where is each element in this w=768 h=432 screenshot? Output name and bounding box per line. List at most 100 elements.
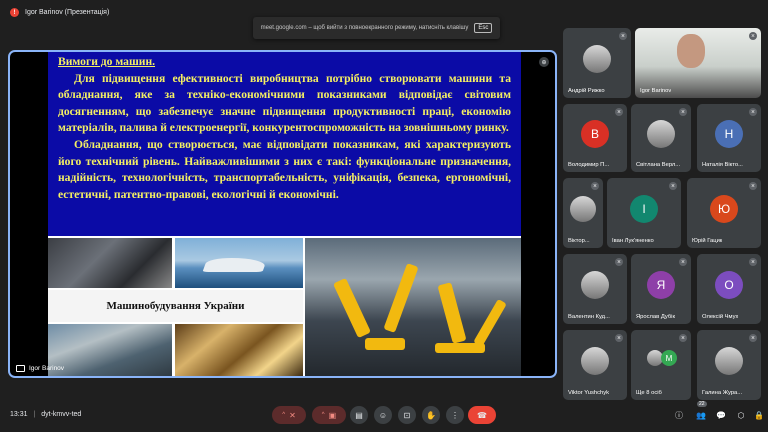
participant-name: Світлана Верл... [636,162,681,168]
participant-tile[interactable]: В ⨯ Володимир П... [563,104,627,172]
participant-tile[interactable]: M ⨯ Ще 8 осіб [631,330,691,400]
meeting-code: dyt-kmvv-ted [41,411,82,418]
people-button[interactable]: 👥 [694,408,708,422]
avatar [583,45,611,73]
participant-tile[interactable]: О ⨯ Олексій Чмух [697,254,761,324]
meeting-info: 13:31 | dyt-kmvv-ted [10,411,82,418]
ship-photo [175,238,303,288]
activities-button[interactable]: ⬡ [734,408,748,422]
participant-tile[interactable]: ⨯ Андрій Рижко [563,28,631,98]
present-icon [16,365,25,372]
stage-name-label: Igor Barinov [16,365,64,372]
stage-presenter-name: Igor Barinov [29,365,65,372]
pin-icon[interactable]: ⊕ [539,57,549,67]
participant-tile[interactable]: ⨯ Viktor Yushchyk [563,330,627,400]
people-icon: 👥 [696,410,706,420]
captions-icon: ▤ [355,410,363,420]
emoji-button[interactable]: ☺ [374,406,392,424]
slide-text-block: Вимоги до машин. Для підвищення ефективн… [48,52,521,236]
top-bar: ! Igor Barinov (Презентація) meet.google… [0,0,768,39]
participant-tile[interactable]: І ⨯ Іван Лук'яненко [607,178,681,248]
participant-name: Юрій Гацик [692,238,723,244]
mic-off-icon[interactable]: ✕ [289,411,296,420]
mic-muted-icon: ⨯ [615,334,623,342]
participant-name: Ярослав Дубік [636,314,675,320]
video-feed [677,34,705,68]
participant-tile[interactable]: ⨯ Igor Barinov [635,28,761,98]
mic-muted-icon: ⨯ [669,182,677,190]
present-button[interactable]: ⊡ [398,406,416,424]
mic-muted-icon: ⨯ [619,32,627,40]
participant-name: Валентин Куд... [568,314,610,320]
info-icon: ⓘ [675,410,683,420]
participant-name: Віктор... [568,238,590,244]
avatar: Я [647,271,675,299]
participant-tile[interactable]: ⨯ Валентин Куд... [563,254,627,324]
emoji-icon: ☺ [378,410,388,420]
avatar: Ю [710,195,738,223]
people-count-badge: 22 [697,401,707,407]
presenter-label: Igor Barinov (Презентація) [25,9,110,16]
fullscreen-banner: meet.google.com – щоб вийти з повноекран… [253,17,500,39]
more-vert-icon: ⋮ [451,410,459,420]
structure-photo [175,324,303,376]
participant-tile[interactable]: ⨯ Віктор... [563,178,603,248]
chevron-up-icon[interactable]: ^ [322,412,325,418]
hand-icon: ✋ [426,410,436,420]
clock-time: 13:31 [10,411,28,418]
mic-muted-icon: ⨯ [749,334,757,342]
avatar: О [715,271,743,299]
avatar [570,196,596,222]
participant-name: Ще 8 осіб [636,390,662,396]
participant-tile[interactable]: ⨯ Світлана Верл... [631,104,691,172]
info-button[interactable]: ⓘ [672,408,686,422]
participant-name: Іван Лук'яненко [612,238,654,244]
avatar: M [661,350,677,366]
mic-toggle-button[interactable]: ^ ✕ [272,406,306,424]
chat-icon: 💬 [716,410,726,420]
present-screen-icon: ⊡ [403,410,411,420]
slide-caption: Машинобудування України [48,290,303,322]
camera-toggle-button[interactable]: ^ ▣ [312,406,346,424]
mic-muted-icon: ⨯ [591,182,599,190]
participant-tile[interactable]: Ю ⨯ Юрій Гацик [687,178,761,248]
slide-paragraph-1: Для підвищення ефективності виробництва … [58,71,511,135]
avatar: І [630,195,658,223]
mic-muted-icon: ⨯ [749,108,757,116]
factory-photo [48,324,172,376]
banner-text: meet.google.com – щоб вийти з повноекран… [260,25,469,31]
lock-button[interactable]: 🔒 [752,408,766,422]
bottom-bar: 13:31 | dyt-kmvv-ted ^ ✕ ^ ▣ ▤ ☺ ⊡ ✋ ⋮ ☎… [0,398,768,432]
presenter-chip: ! Igor Barinov (Презентація) [10,8,109,17]
participant-name: Олексій Чмух [702,314,739,320]
participant-tile[interactable]: Я ⨯ Ярослав Дубік [631,254,691,324]
captions-button[interactable]: ▤ [350,406,368,424]
participant-name: Володимир П... [568,162,610,168]
shapes-icon: ⬡ [737,410,745,420]
more-options-button[interactable]: ⋮ [446,406,464,424]
esc-key[interactable]: Esc [474,23,493,33]
raise-hand-button[interactable]: ✋ [422,406,440,424]
camera-off-icon[interactable]: ▣ [329,411,337,420]
mic-muted-icon: ⨯ [749,258,757,266]
avatar [581,271,609,299]
presentation-stage[interactable]: Вимоги до машин. Для підвищення ефективн… [8,50,557,378]
chevron-up-icon[interactable]: ^ [282,412,285,418]
avatar: Н [715,120,743,148]
hangup-icon: ☎ [477,410,487,420]
chat-button[interactable]: 💬 [714,408,728,422]
participant-name: Viktor Yushchyk [568,390,610,396]
slide-heading: Вимоги до машин. [58,55,156,68]
robots-photo [305,238,521,376]
turbine-photo [48,238,172,288]
participant-tile[interactable]: ⨯ Галина Жура... [697,330,761,400]
alert-icon: ! [10,8,19,17]
mic-muted-icon: ⨯ [679,108,687,116]
avatar [581,347,609,375]
participant-tile[interactable]: Н ⨯ Наталія Вікто... [697,104,761,172]
avatar [647,120,675,148]
participant-name: Андрій Рижко [568,88,605,94]
leave-call-button[interactable]: ☎ [468,406,496,424]
presentation-slide: Вимоги до машин. Для підвищення ефективн… [48,52,521,376]
mic-muted-icon: ⨯ [679,334,687,342]
